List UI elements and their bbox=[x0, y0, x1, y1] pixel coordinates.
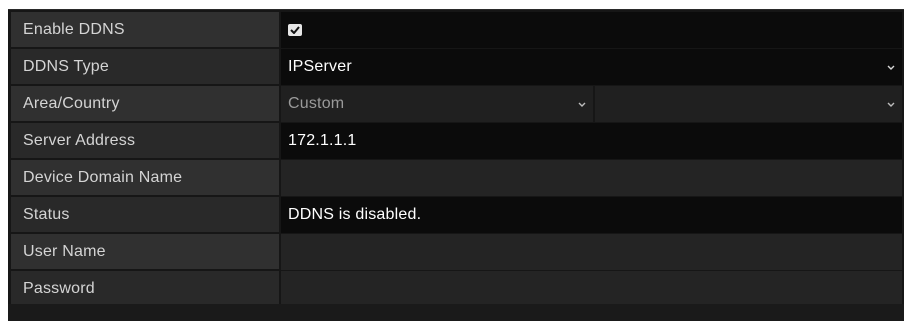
row-password: Password bbox=[11, 271, 902, 307]
row-server-address: Server Address 172.1.1.1 bbox=[11, 123, 902, 159]
row-enable-ddns: Enable DDNS bbox=[11, 12, 902, 48]
area-country-selects: Custom bbox=[281, 86, 902, 122]
server-address-field[interactable]: 172.1.1.1 bbox=[281, 123, 902, 159]
row-device-domain-name: Device Domain Name bbox=[11, 160, 902, 196]
server-address-label: Server Address bbox=[11, 123, 279, 159]
user-name-label: User Name bbox=[11, 234, 279, 270]
enable-ddns-cell bbox=[281, 12, 902, 48]
user-name-field[interactable] bbox=[281, 234, 902, 270]
device-domain-name-field[interactable] bbox=[281, 160, 902, 196]
chevron-down-icon bbox=[578, 102, 586, 107]
row-status: Status DDNS is disabled. bbox=[11, 197, 902, 233]
row-area-country: Area/Country Custom bbox=[11, 86, 902, 122]
panel-footer-strip bbox=[8, 304, 904, 321]
status-label: Status bbox=[11, 197, 279, 233]
enable-ddns-label: Enable DDNS bbox=[11, 12, 279, 48]
chevron-down-icon bbox=[887, 102, 895, 107]
enable-ddns-checkbox[interactable] bbox=[288, 24, 302, 36]
password-label: Password bbox=[11, 271, 279, 307]
area-select[interactable]: Custom bbox=[281, 86, 593, 122]
row-ddns-type: DDNS Type IPServer bbox=[11, 49, 902, 85]
chevron-down-icon bbox=[887, 65, 895, 70]
ddns-type-value: IPServer bbox=[288, 58, 352, 75]
password-field[interactable] bbox=[281, 271, 902, 307]
check-icon bbox=[290, 26, 300, 34]
ddns-type-select[interactable]: IPServer bbox=[281, 49, 902, 85]
device-domain-name-label: Device Domain Name bbox=[11, 160, 279, 196]
status-value: DDNS is disabled. bbox=[281, 197, 902, 233]
country-select[interactable] bbox=[595, 86, 902, 122]
area-country-label: Area/Country bbox=[11, 86, 279, 122]
ddns-type-label: DDNS Type bbox=[11, 49, 279, 85]
area-value: Custom bbox=[288, 95, 345, 112]
row-user-name: User Name bbox=[11, 234, 902, 270]
ddns-settings-panel: Enable DDNS DDNS Type IPServer Area/Coun… bbox=[8, 9, 904, 321]
